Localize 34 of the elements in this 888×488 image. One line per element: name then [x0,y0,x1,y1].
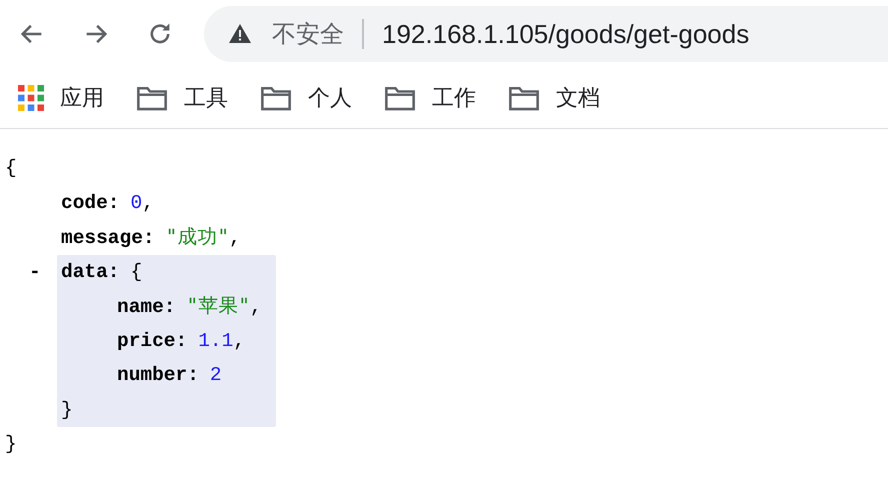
bookmark-label[interactable]: 工具 [184,83,228,113]
json-key: data: [61,260,120,282]
warning-icon [228,22,252,46]
json-key: number: [117,364,199,386]
apps-grid-icon[interactable] [18,85,44,111]
brace: } [61,398,73,420]
bookmark-label[interactable]: 应用 [60,83,104,113]
bookmark-label[interactable]: 文档 [556,83,600,113]
comma: , [142,192,154,214]
address-bar[interactable]: 不安全 192.168.1.105/goods/get-goods [204,6,888,62]
url-text: 192.168.1.105/goods/get-goods [382,18,750,50]
brace: { [130,260,142,282]
json-value: 1.1 [198,330,234,352]
json-key: name: [117,296,176,318]
comma: , [250,296,262,318]
folder-icon[interactable] [260,85,292,111]
folder-icon[interactable] [136,85,168,111]
json-key: message: [61,227,155,249]
brace: } [5,433,17,455]
json-value: 0 [130,192,142,214]
json-value: "成功" [166,225,230,248]
comma: , [233,330,246,352]
json-value: 2 [210,364,222,386]
folder-icon[interactable] [384,85,416,111]
brace: { [5,157,17,179]
folder-icon[interactable] [508,85,540,111]
collapse-toggle[interactable]: - [29,260,41,282]
security-label: 不安全 [272,19,344,50]
json-key: code: [61,192,120,214]
json-value: "苹果" [186,294,250,317]
bookmark-label[interactable]: 个人 [308,83,352,113]
bookmark-label[interactable]: 工作 [432,83,476,113]
comma: , [229,227,241,249]
json-key: price: [117,330,188,352]
